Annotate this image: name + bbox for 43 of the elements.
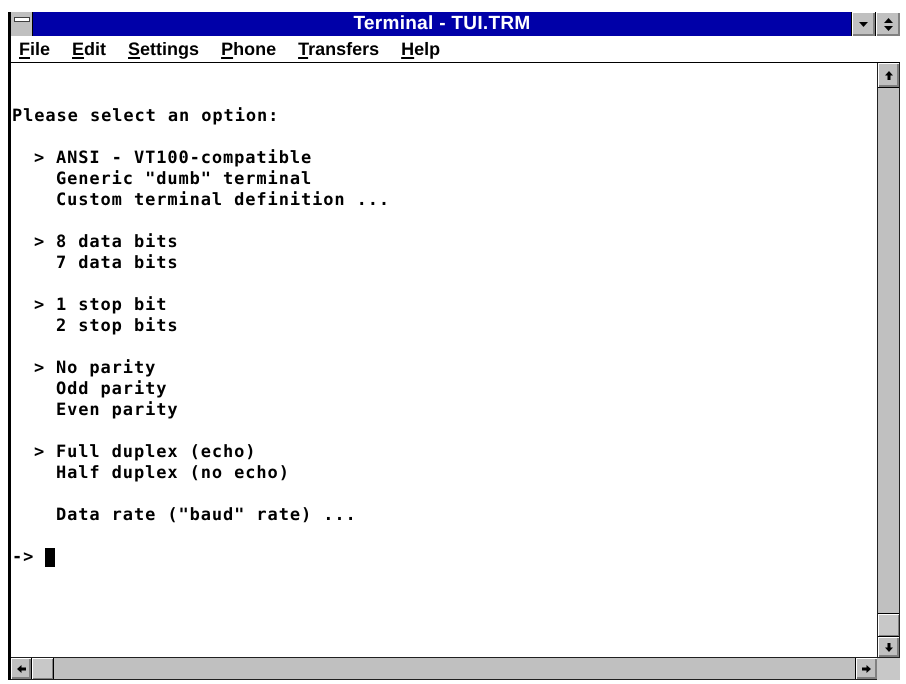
option-label: 7 data bits bbox=[56, 253, 178, 274]
option-label: Odd parity bbox=[56, 379, 168, 400]
menu-item[interactable]: Phone bbox=[213, 38, 284, 60]
bar-icon bbox=[14, 17, 30, 22]
menu-item[interactable]: Transfers bbox=[290, 38, 388, 60]
option-label: Data rate ("baud" rate) ... bbox=[56, 505, 357, 526]
system-menu-button[interactable] bbox=[11, 12, 33, 36]
option-label: ANSI - VT100-compatible bbox=[56, 148, 312, 169]
option-label: Even parity bbox=[56, 400, 178, 421]
scroll-thumb[interactable] bbox=[32, 658, 54, 679]
selection-marker: > bbox=[34, 148, 46, 168]
minimize-button[interactable] bbox=[851, 12, 875, 36]
scroll-thumb[interactable] bbox=[878, 613, 899, 637]
option-label: Generic "dumb" terminal bbox=[56, 169, 312, 190]
up-arrow-icon bbox=[884, 70, 892, 80]
menu-item[interactable]: Help bbox=[393, 38, 448, 60]
selection-marker: > bbox=[34, 442, 46, 462]
right-arrow-icon bbox=[862, 664, 871, 672]
scroll-down-button[interactable] bbox=[878, 637, 899, 657]
prompt-text: Please select an option: bbox=[12, 106, 280, 127]
option-label: No parity bbox=[56, 358, 156, 379]
down-arrow-icon bbox=[884, 642, 892, 652]
command-prompt: -> bbox=[12, 547, 34, 568]
scroll-right-button[interactable] bbox=[855, 658, 877, 679]
option-label: Full duplex (echo) bbox=[56, 442, 256, 463]
option-label: Half duplex (no echo) bbox=[56, 463, 290, 484]
menu-item[interactable]: Settings bbox=[120, 38, 208, 60]
selection-marker: > bbox=[34, 232, 46, 252]
selection-marker: > bbox=[34, 358, 46, 378]
scroll-left-button[interactable] bbox=[11, 658, 32, 679]
left-arrow-icon bbox=[16, 664, 26, 672]
menu-item[interactable]: File bbox=[11, 38, 58, 60]
selection-marker: > bbox=[34, 295, 46, 315]
scroll-up-button[interactable] bbox=[878, 63, 899, 88]
option-label: 1 stop bit bbox=[56, 295, 168, 316]
down-triangle-icon bbox=[859, 22, 868, 26]
option-label: Custom terminal definition ... bbox=[56, 190, 390, 211]
menu-item[interactable]: Edit bbox=[64, 38, 114, 60]
option-label: 8 data bits bbox=[56, 232, 178, 253]
double-triangle-icon bbox=[884, 18, 892, 30]
option-label: 2 stop bits bbox=[56, 316, 178, 337]
window-title: Terminal - TUI.TRM bbox=[352, 12, 532, 36]
restore-button[interactable] bbox=[875, 12, 900, 36]
